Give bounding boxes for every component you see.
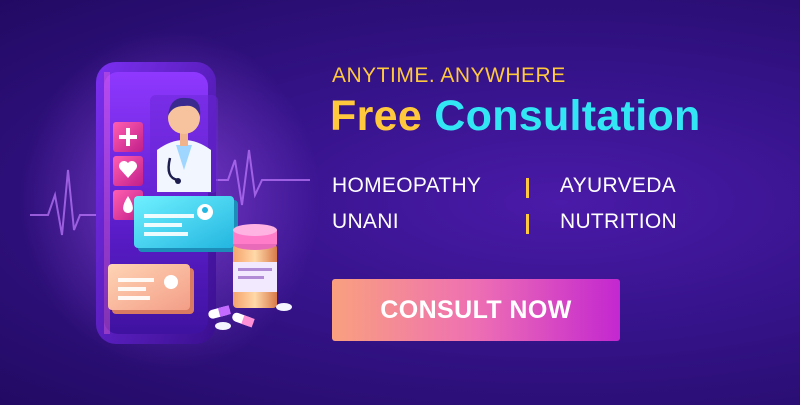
- consult-now-button[interactable]: CONSULT NOW: [332, 279, 620, 341]
- service-divider: [526, 214, 529, 234]
- headline-word-free: Free: [330, 92, 423, 140]
- services-row: UNANI NUTRITION: [332, 210, 752, 246]
- heart-icon: [113, 156, 143, 186]
- doctor-avatar-icon: [150, 95, 218, 193]
- tagline: ANYTIME. ANYWHERE: [332, 64, 566, 87]
- headline: Free Consultation: [330, 92, 701, 141]
- pill-bottle-icon: [233, 224, 277, 308]
- service-item: HOMEOPATHY: [332, 174, 482, 197]
- telemedicine-illustration: [20, 30, 320, 370]
- service-item: NUTRITION: [560, 210, 678, 233]
- consultation-banner: ANYTIME. ANYWHERE Free Consultation HOME…: [0, 0, 800, 405]
- services-list: HOMEOPATHY AYURVEDA UNANI NUTRITION: [332, 174, 752, 246]
- service-item: AYURVEDA: [560, 174, 676, 197]
- plus-icon: [113, 122, 143, 152]
- services-row: HOMEOPATHY AYURVEDA: [332, 174, 752, 210]
- headline-word-consultation: Consultation: [434, 92, 701, 140]
- service-item: UNANI: [332, 210, 399, 233]
- profile-card-icon: [134, 196, 238, 252]
- profile-card-icon: [108, 264, 194, 314]
- service-divider: [526, 178, 529, 198]
